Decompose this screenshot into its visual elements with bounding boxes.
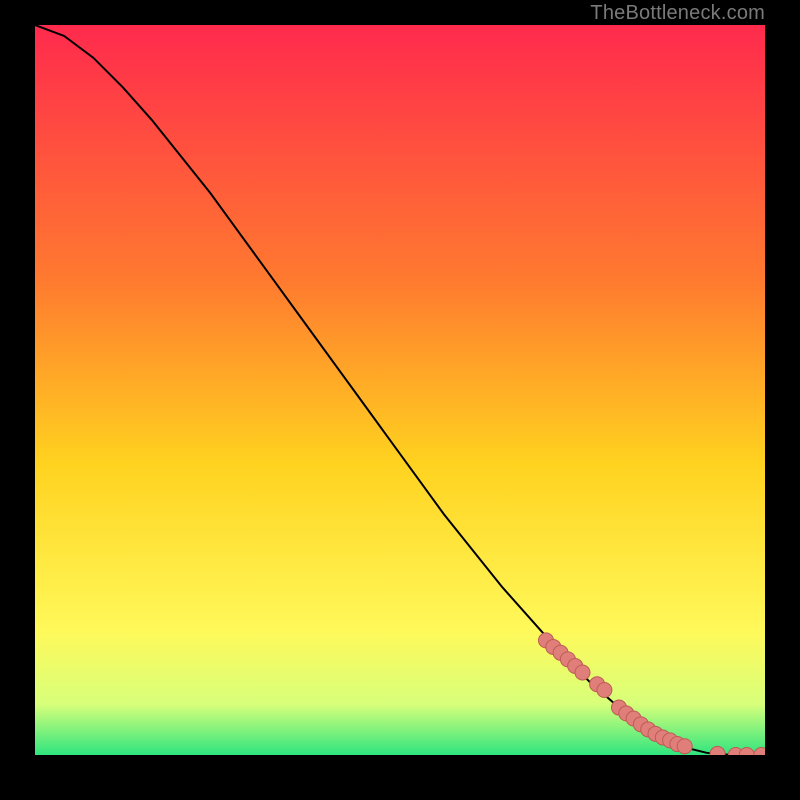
gradient-background bbox=[35, 25, 765, 755]
curve-marker bbox=[677, 739, 692, 754]
plot-svg bbox=[35, 25, 765, 755]
curve-marker bbox=[575, 665, 590, 680]
chart-stage: TheBottleneck.com bbox=[0, 0, 800, 800]
attribution-label: TheBottleneck.com bbox=[590, 2, 765, 25]
plot-area bbox=[35, 25, 765, 755]
curve-marker bbox=[597, 683, 612, 698]
